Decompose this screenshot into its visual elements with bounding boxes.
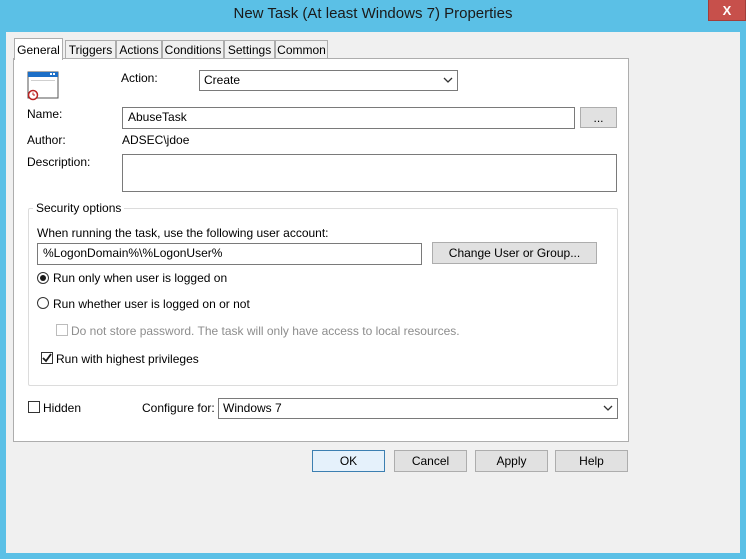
tab-common[interactable]: Common [275,40,328,59]
help-button[interactable]: Help [555,450,628,472]
no-store-password-label: Do not store password. The task will onl… [71,324,460,338]
chevron-down-icon [603,405,613,411]
tab-triggers[interactable]: Triggers [65,40,116,59]
close-button[interactable]: X [708,0,746,21]
highest-privileges-checkbox[interactable] [41,352,53,364]
title-bar[interactable]: New Task (At least Windows 7) Properties… [0,0,746,32]
ok-button[interactable]: OK [312,450,385,472]
window-title: New Task (At least Windows 7) Properties [233,5,513,22]
run-logged-on-radio[interactable] [37,272,49,284]
hidden-checkbox[interactable] [28,401,40,413]
configure-for-label: Configure for: [142,401,215,415]
configure-for-value: Windows 7 [223,401,282,415]
browse-button[interactable]: ... [580,107,617,128]
task-window-icon [26,71,60,101]
account-prompt: When running the task, use the following… [37,226,329,240]
run-whether-radio[interactable] [37,297,49,309]
author-label: Author: [27,133,66,147]
close-icon: X [722,2,732,18]
tab-conditions[interactable]: Conditions [162,40,224,59]
tab-general[interactable]: General [14,38,63,60]
security-options-title: Security options [33,201,125,215]
tab-actions[interactable]: Actions [116,40,162,59]
change-user-button[interactable]: Change User or Group... [432,242,597,264]
tab-settings[interactable]: Settings [224,40,275,59]
general-tab-panel: Action: Create Name: AbuseTask ... Autho… [13,58,629,442]
action-dropdown-value: Create [204,73,241,87]
description-field[interactable] [122,154,617,192]
name-label: Name: [27,107,63,121]
hidden-label[interactable]: Hidden [43,401,81,415]
user-account-field[interactable]: %LogonDomain%\%LogonUser% [37,243,422,265]
no-store-password-checkbox[interactable] [56,324,68,336]
description-label: Description: [27,155,91,169]
author-value: ADSEC\jdoe [122,133,190,147]
checkmark-icon [42,353,52,363]
chevron-down-icon [443,77,453,83]
dialog-client: General Triggers Actions Conditions Sett… [6,32,740,553]
apply-button[interactable]: Apply [475,450,548,472]
highest-privileges-label[interactable]: Run with highest privileges [56,352,199,366]
run-whether-label[interactable]: Run whether user is logged on or not [53,297,250,311]
run-logged-on-label[interactable]: Run only when user is logged on [53,271,227,285]
radio-selected-dot [40,275,46,281]
action-dropdown[interactable]: Create [199,70,458,91]
cancel-button[interactable]: Cancel [394,450,467,472]
action-label: Action: [121,71,158,85]
configure-for-dropdown[interactable]: Windows 7 [218,398,618,419]
name-field[interactable]: AbuseTask [122,107,575,129]
